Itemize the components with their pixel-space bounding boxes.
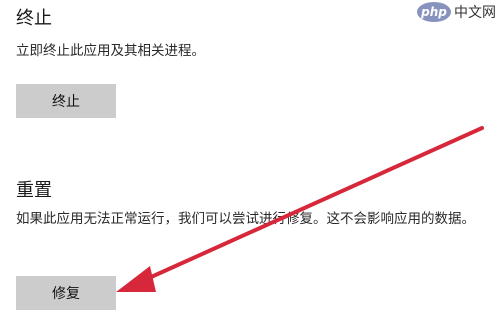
repair-button[interactable]: 修复 [16, 276, 116, 310]
terminate-heading: 终止 [16, 8, 52, 29]
terminate-button[interactable]: 终止 [16, 84, 116, 118]
watermark-text: 中文网 [454, 5, 496, 21]
arrow-head [116, 266, 156, 292]
reset-heading: 重置 [16, 180, 52, 201]
terminate-description: 立即终止此应用及其相关进程。 [16, 43, 205, 59]
php-logo: php [417, 2, 451, 22]
watermark: php 中文网 [417, 2, 496, 22]
arrow-shaft [138, 126, 484, 284]
reset-description: 如果此应用无法正常运行，我们可以尝试进行修复。这不会影响应用的数据。 [16, 211, 475, 227]
